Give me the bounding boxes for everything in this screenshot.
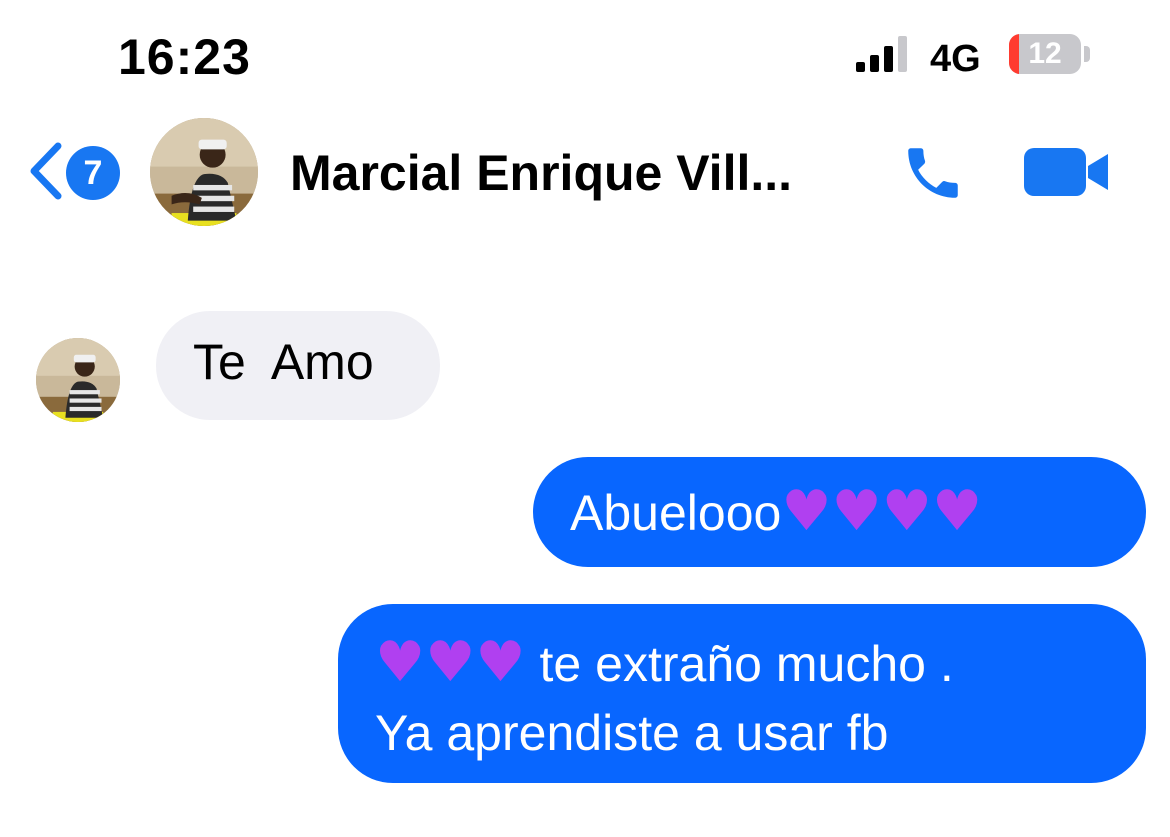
- battery-nub: [1084, 46, 1090, 62]
- message-text: ♥♥♥ te extraño mucho . Ya aprendiste a u…: [375, 630, 954, 761]
- battery-level: 12: [1028, 37, 1062, 70]
- outgoing-message-bubble[interactable]: Abuelooo♥♥♥♥: [533, 457, 1146, 567]
- battery-icon: 12: [1009, 34, 1081, 74]
- unread-count-badge[interactable]: 7: [66, 146, 120, 200]
- message-text: Abuelooo♥♥♥♥: [570, 479, 983, 544]
- back-chevron-icon[interactable]: [26, 140, 66, 202]
- network-type: 4G: [930, 38, 981, 80]
- video-call-icon[interactable]: [1024, 146, 1108, 198]
- contact-avatar[interactable]: [150, 118, 258, 226]
- phone-call-icon[interactable]: [900, 140, 966, 206]
- sender-avatar[interactable]: [36, 338, 120, 422]
- cellular-signal-icon: [856, 36, 907, 72]
- incoming-message-bubble[interactable]: Te Amo: [156, 311, 440, 420]
- outgoing-message-bubble[interactable]: ♥♥♥ te extraño mucho . Ya aprendiste a u…: [338, 604, 1146, 783]
- status-time: 16:23: [118, 29, 251, 85]
- contact-name[interactable]: Marcial Enrique Vill...: [290, 144, 792, 202]
